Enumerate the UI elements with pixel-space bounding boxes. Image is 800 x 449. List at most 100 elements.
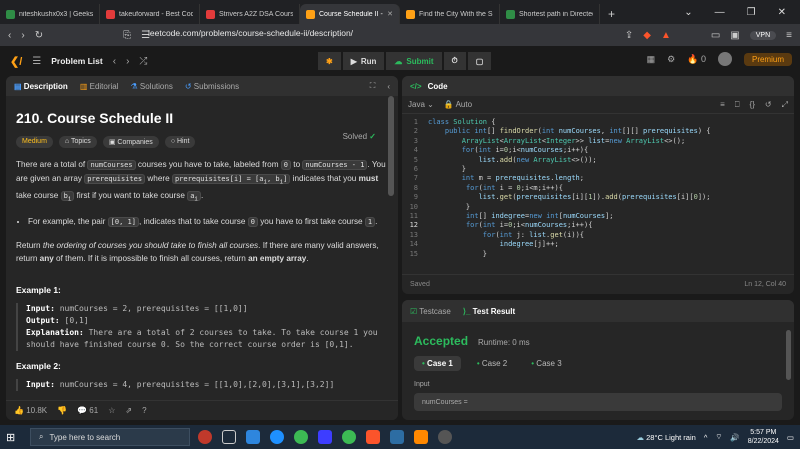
language-select[interactable]: Java ⌄ xyxy=(408,100,434,109)
tab-testcase[interactable]: ☑ Testcase xyxy=(410,307,451,316)
submit-button[interactable]: ☁ Submit xyxy=(386,52,442,70)
network-app-icon[interactable] xyxy=(390,430,404,444)
menu-icon[interactable]: ≡ xyxy=(786,30,792,41)
intellij-icon[interactable] xyxy=(318,430,332,444)
forward-icon[interactable]: › xyxy=(21,30,24,41)
code-line[interactable]: 7 int m = prerequisites.length; xyxy=(402,174,794,183)
hint-badge[interactable]: ○ Hint xyxy=(164,136,196,148)
case-tab-3[interactable]: • Case 3 xyxy=(523,356,569,371)
bookmark-code-icon[interactable]: ⎕ xyxy=(735,100,740,110)
taskbar-search-input[interactable]: ⌕ Type here to search xyxy=(30,428,190,446)
browser-tab[interactable]: Course Schedule II - ✕ xyxy=(300,4,400,24)
layout-icon[interactable]: ▦ xyxy=(647,54,656,65)
next-problem-icon[interactable]: › xyxy=(126,56,129,67)
description-scrollbar[interactable] xyxy=(388,96,394,196)
browser-tab[interactable]: Shortest path in Directed xyxy=(500,4,600,24)
code-line[interactable]: 6 } xyxy=(402,165,794,174)
shuffle-icon[interactable]: ⤮ xyxy=(139,56,147,67)
code-line[interactable]: 3 ArrayList<ArrayList<Integer>> list=new… xyxy=(402,137,794,146)
notes-button[interactable]: ▢ xyxy=(467,52,492,70)
code-line[interactable]: 10 } xyxy=(402,203,794,212)
settings-gear-icon[interactable]: ⚙ xyxy=(667,54,675,65)
expand-icon[interactable]: ⛶ xyxy=(370,81,376,91)
clock[interactable]: 5:57 PM 8/22/2024 xyxy=(748,428,779,446)
comments-button[interactable]: 💬 61 xyxy=(77,406,98,415)
collapse-icon[interactable]: ‹ xyxy=(387,82,390,91)
windows-start-icon[interactable]: ⊞ xyxy=(6,431,24,444)
streak-counter[interactable]: 🔥 0 xyxy=(687,54,706,65)
url-input[interactable]: leetcode.com/problems/course-schedule-ii… xyxy=(148,28,353,38)
tab-solutions[interactable]: ⚗ Solutions xyxy=(131,82,173,91)
browser-tab[interactable]: Find the City With the Sm xyxy=(400,4,500,24)
wallet-icon[interactable]: ▣ xyxy=(730,30,739,41)
brave-icon[interactable] xyxy=(366,430,380,444)
case-tab-2[interactable]: • Case 2 xyxy=(469,356,515,371)
tray-chevron-icon[interactable]: ^ xyxy=(704,433,708,442)
prev-problem-icon[interactable]: ‹ xyxy=(113,56,116,67)
reset-icon[interactable]: ↺ xyxy=(765,100,772,109)
code-line[interactable]: 14 indegree[j]++; xyxy=(402,240,794,249)
vpn-button[interactable]: VPN xyxy=(749,30,777,40)
task-view-icon[interactable] xyxy=(222,430,236,444)
braces-icon[interactable]: {} xyxy=(750,100,755,109)
back-icon[interactable]: ‹ xyxy=(8,30,11,41)
minimize-icon[interactable]: — xyxy=(715,7,725,18)
app-icon[interactable] xyxy=(438,430,452,444)
chrome-icon[interactable] xyxy=(294,430,308,444)
avatar[interactable] xyxy=(717,52,732,66)
code-line[interactable]: 4 for(int i=0;i<numCourses;i++){ xyxy=(402,146,794,155)
share-icon[interactable]: ⇪ xyxy=(625,30,633,41)
code-line[interactable]: 2 public int[] findOrder(int numCourses,… xyxy=(402,127,794,136)
companies-badge[interactable]: ▣ Companies xyxy=(102,136,159,148)
code-line[interactable]: 11 int[] indegree=new int[numCourses]; xyxy=(402,212,794,221)
network-icon[interactable]: ⌔ xyxy=(715,432,722,442)
like-button[interactable]: 👍 10.8K xyxy=(14,406,47,415)
reload-icon[interactable]: ↻ xyxy=(35,30,43,41)
code-line[interactable]: 9 list.get(prerequisites[i][1]).add(prer… xyxy=(402,193,794,202)
debug-button[interactable]: ✱ xyxy=(318,52,341,70)
chrome-alt-icon[interactable] xyxy=(342,430,356,444)
topics-badge[interactable]: ⌂ Topics xyxy=(58,136,97,148)
browser-tab[interactable]: niteshkushx0x3 | Geeksfor xyxy=(0,4,100,24)
premium-button[interactable]: Premium xyxy=(743,52,792,66)
result-scrollbar[interactable] xyxy=(786,330,791,380)
mail-icon[interactable] xyxy=(246,430,260,444)
code-line[interactable]: 12 for(int i=0;i<numCourses;i++){ xyxy=(402,221,794,230)
share-link-icon[interactable]: ⇗ xyxy=(125,406,132,415)
dislike-button[interactable]: 👎 xyxy=(57,406,67,415)
vlc-icon[interactable] xyxy=(414,430,428,444)
tab-test-result[interactable]: ⟩_ Test Result xyxy=(463,307,515,316)
new-tab-button[interactable]: + xyxy=(600,4,623,24)
problem-list-link[interactable]: Problem List xyxy=(51,56,102,66)
close-tab-icon[interactable]: ✕ xyxy=(387,10,393,18)
notification-icon[interactable]: ▭ xyxy=(787,433,794,442)
problem-title[interactable]: 210. Course Schedule II xyxy=(16,110,388,126)
tab-editorial[interactable]: ▥ Editorial xyxy=(80,82,119,91)
brave-shield-icon[interactable]: ◆ xyxy=(643,30,651,41)
maximize-icon[interactable]: ❐ xyxy=(747,7,756,18)
auto-format-toggle[interactable]: 🔒 Auto xyxy=(444,100,472,109)
code-editor[interactable]: 1 class Solution {2 public int[] findOrde… xyxy=(402,114,794,272)
browser-tab[interactable]: takeuforward - Best Codin xyxy=(100,4,200,24)
close-window-icon[interactable]: ✕ xyxy=(778,7,786,18)
sidebar-icon[interactable]: ▭ xyxy=(711,30,720,41)
tab-submissions[interactable]: ↺ Submissions xyxy=(185,82,239,91)
code-line[interactable]: 5 list.add(new ArrayList<>()); xyxy=(402,156,794,165)
rewards-icon[interactable]: ▲ xyxy=(661,30,671,41)
tab-description[interactable]: ▤ Description xyxy=(14,82,68,91)
weather-widget[interactable]: ☁ 28°C Light rain xyxy=(637,433,696,442)
run-button[interactable]: ▶ Run xyxy=(342,52,385,70)
bookmark-icon[interactable]: ⎘ xyxy=(123,30,131,41)
timer-button[interactable]: ⏱ xyxy=(443,52,466,70)
code-line[interactable]: 13 for(int j: list.get(i)){ xyxy=(402,231,794,240)
browser-tab[interactable]: Strivers A2Z DSA Course/ xyxy=(200,4,300,24)
chevron-down-icon[interactable]: ⌄ xyxy=(684,7,692,18)
code-line[interactable]: 1 class Solution { xyxy=(402,118,794,127)
volume-icon[interactable]: 🔊 xyxy=(730,433,739,442)
widget-icon[interactable] xyxy=(198,430,212,444)
code-line[interactable]: 15 } xyxy=(402,250,794,259)
case-tab-1[interactable]: • Case 1 xyxy=(414,356,461,371)
format-icon[interactable]: ≡ xyxy=(720,100,725,109)
leetcode-logo-icon[interactable]: ❮/ xyxy=(10,55,22,68)
edge-icon[interactable] xyxy=(270,430,284,444)
